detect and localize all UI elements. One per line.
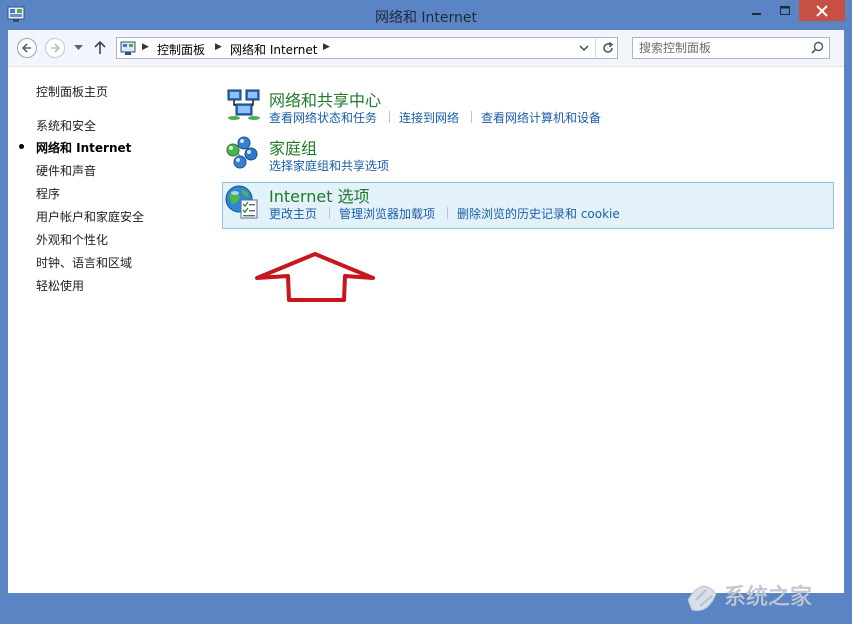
- internet-options-icon: [225, 185, 258, 219]
- back-button[interactable]: [17, 38, 37, 58]
- forward-button[interactable]: [45, 38, 65, 58]
- red-up-arrow-icon: [255, 252, 375, 302]
- breadcrumb-network-internet[interactable]: 网络和 Internet: [230, 41, 317, 58]
- current-page-bullet: [19, 144, 24, 149]
- change-home-page-link[interactable]: 更改主页: [269, 205, 317, 222]
- control-panel-window: 网络和 Internet ▶ 控制面板 ▶ 网络和 Internet ▶ 搜索控…: [0, 0, 852, 612]
- nav-control-panel-home[interactable]: 控制面板主页: [36, 83, 108, 100]
- watermark-logo: 系统之家: [687, 585, 812, 612]
- watermark-text: 系统之家: [724, 585, 812, 610]
- search-icon[interactable]: [811, 41, 824, 54]
- nav-ease-of-access[interactable]: 轻松使用: [36, 277, 84, 294]
- search-box[interactable]: [632, 37, 830, 59]
- title-bar[interactable]: 网络和 Internet: [0, 0, 852, 30]
- breadcrumb-control-panel[interactable]: 控制面板: [157, 41, 205, 58]
- control-panel-location-icon: [120, 41, 136, 55]
- manage-add-ons-link[interactable]: 管理浏览器加载项: [339, 205, 435, 222]
- maximize-button[interactable]: [771, 0, 799, 21]
- internet-options-title[interactable]: Internet 选项: [269, 183, 370, 207]
- view-network-status-link[interactable]: 查看网络状态和任务: [269, 109, 377, 126]
- close-icon: [816, 4, 828, 17]
- close-button[interactable]: [799, 0, 845, 21]
- refresh-icon[interactable]: [601, 41, 615, 55]
- nav-system-security[interactable]: 系统和安全: [36, 117, 96, 134]
- navigation-bar: ▶ 控制面板 ▶ 网络和 Internet ▶: [8, 30, 844, 67]
- network-sharing-center-title[interactable]: 网络和共享中心: [269, 87, 381, 111]
- homegroup-sharing-options-link[interactable]: 选择家庭组和共享选项: [269, 157, 389, 174]
- homegroup-title[interactable]: 家庭组: [269, 135, 317, 159]
- breadcrumb-separator-icon[interactable]: ▶: [215, 42, 222, 52]
- nav-network-internet[interactable]: 网络和 Internet: [36, 139, 131, 156]
- link-divider: [471, 111, 472, 123]
- nav-user-accounts[interactable]: 用户帐户和家庭安全: [36, 208, 144, 225]
- link-divider: [447, 207, 448, 219]
- client-area: ▶ 控制面板 ▶ 网络和 Internet ▶ 控制面板主页 系统和安全 网络和…: [8, 30, 844, 612]
- nav-clock-language-region[interactable]: 时钟、语言和区域: [36, 254, 132, 271]
- view-network-computers-link[interactable]: 查看网络计算机和设备: [481, 109, 601, 126]
- network-sharing-icon: [227, 89, 260, 120]
- delete-browsing-history-link[interactable]: 删除浏览的历史记录和 cookie: [457, 205, 620, 222]
- nav-hardware-sound[interactable]: 硬件和声音: [36, 162, 96, 179]
- link-divider: [329, 207, 330, 219]
- recent-pages-chevron-icon[interactable]: [74, 45, 83, 51]
- back-arrow-icon: [21, 43, 31, 53]
- homegroup-icon: [226, 136, 258, 169]
- breadcrumb-separator-icon[interactable]: ▶: [142, 42, 149, 52]
- maximize-icon: [779, 5, 790, 15]
- window-title: 网络和 Internet: [374, 10, 478, 26]
- search-input[interactable]: [639, 40, 799, 56]
- address-dropdown-chevron-icon[interactable]: [579, 45, 589, 52]
- breadcrumb-separator-icon[interactable]: ▶: [323, 42, 330, 52]
- nav-appearance[interactable]: 外观和个性化: [36, 231, 108, 248]
- address-divider: [595, 38, 596, 58]
- nav-programs[interactable]: 程序: [36, 185, 60, 202]
- forward-arrow-icon: [51, 43, 61, 53]
- link-divider: [389, 111, 390, 123]
- connect-to-network-link[interactable]: 连接到网络: [399, 109, 459, 126]
- up-arrow-icon[interactable]: [94, 40, 106, 55]
- address-field[interactable]: ▶ 控制面板 ▶ 网络和 Internet ▶: [116, 37, 618, 59]
- minimize-icon: [752, 12, 761, 15]
- minimize-button[interactable]: [743, 0, 771, 21]
